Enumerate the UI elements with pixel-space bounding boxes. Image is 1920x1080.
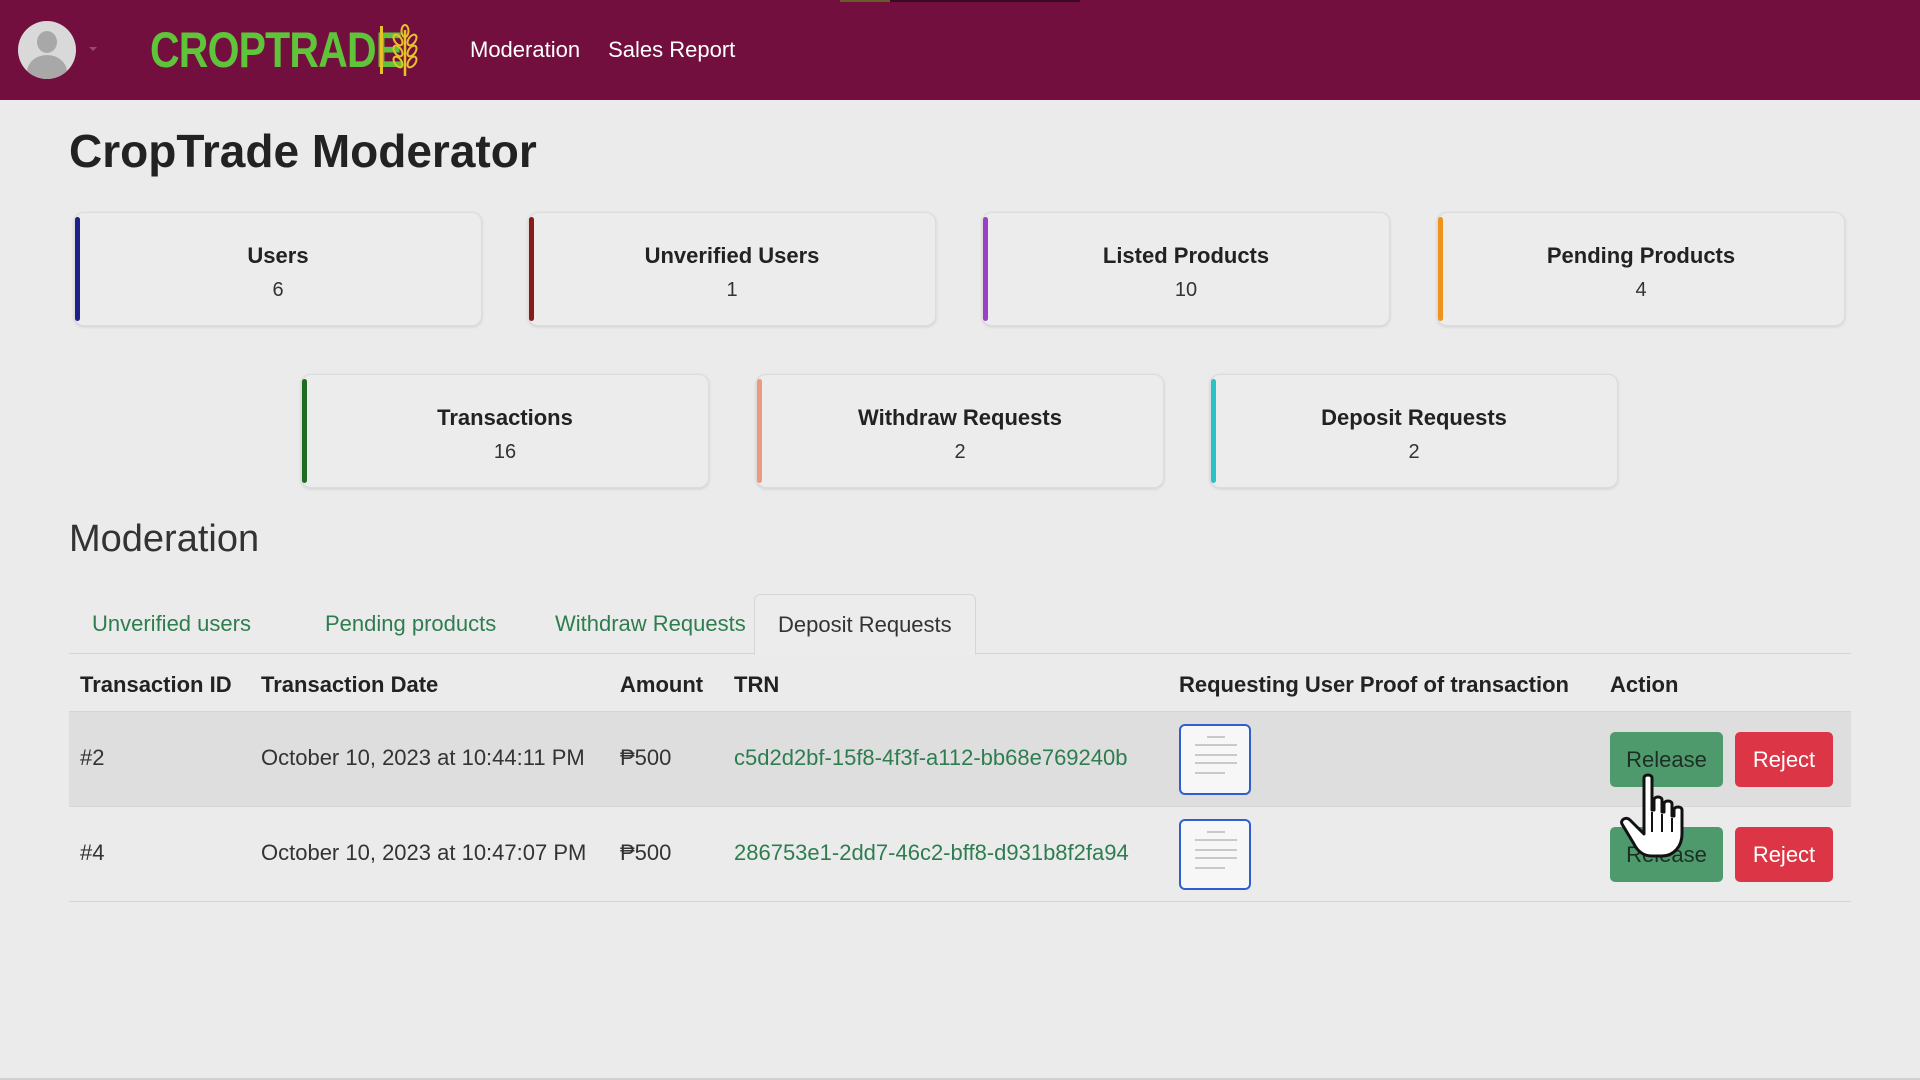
stat-label: Pending Products (1546, 243, 1736, 268)
caret-down-icon[interactable] (89, 47, 97, 51)
nav-link-sales-report[interactable]: Sales Report (608, 37, 735, 63)
top-navbar: CROPTRADE Moderation Sales Report (0, 0, 1920, 100)
table-row: #2 October 10, 2023 at 10:44:11 PM ₱500 … (69, 712, 1851, 807)
cell-transaction-date: October 10, 2023 at 10:47:07 PM (261, 840, 587, 865)
reject-button[interactable]: Reject (1735, 732, 1833, 787)
brand-divider (380, 26, 383, 74)
stat-card-deposit-requests: Deposit Requests 2 (1210, 374, 1618, 488)
cell-amount: ₱500 (620, 840, 672, 865)
stat-label: Transactions (437, 405, 573, 430)
header-trn: TRN (734, 672, 780, 697)
table-row: #4 October 10, 2023 at 10:47:07 PM ₱500 … (69, 807, 1851, 902)
stat-value: 16 (493, 441, 517, 463)
tab-withdraw-requests[interactable]: Withdraw Requests (532, 594, 769, 654)
cell-transaction-id: #2 (80, 745, 105, 770)
cell-transaction-date: October 10, 2023 at 10:44:11 PM (261, 745, 585, 770)
hand-pointer-icon (1620, 773, 1684, 858)
stat-value: 10 (1174, 279, 1198, 301)
header-proof-of-transaction: Requesting User Proof of transaction (1179, 672, 1569, 697)
reject-button[interactable]: Reject (1735, 827, 1833, 882)
stat-label: Listed Products (1102, 243, 1270, 268)
cell-trn: c5d2d2bf-15f8-4f3f-a112-bb68e769240b (734, 745, 1128, 770)
section-title-moderation: Moderation (69, 518, 260, 560)
nav-links: Moderation Sales Report (470, 0, 735, 100)
stat-value: 6 (272, 279, 284, 301)
stat-value: 4 (1635, 279, 1647, 301)
stat-value: 2 (1408, 441, 1420, 463)
cell-trn: 286753e1-2dd7-46c2-bff8-d931b8f2fa94 (734, 840, 1129, 865)
stat-card-pending-products: Pending Products 4 (1437, 212, 1845, 326)
header-transaction-date: Transaction Date (261, 672, 439, 697)
stat-label: Withdraw Requests (858, 405, 1062, 430)
stat-label: Users (247, 243, 309, 268)
stat-card-users: Users 6 (74, 212, 482, 326)
header-action: Action (1610, 672, 1679, 697)
moderation-tabs: Unverified users Pending products Withdr… (69, 594, 1851, 655)
table-header: Transaction ID Transaction Date Amount T… (69, 655, 1851, 712)
tab-deposit-requests[interactable]: Deposit Requests (754, 594, 976, 655)
header-amount: Amount (620, 672, 704, 697)
deposit-requests-table: Transaction ID Transaction Date Amount T… (69, 655, 1851, 902)
brand-logo[interactable]: CROPTRADE (150, 22, 418, 78)
top-accent-line (840, 0, 1080, 2)
stat-value: 1 (726, 279, 738, 301)
tab-pending-products[interactable]: Pending products (302, 594, 519, 654)
proof-thumbnail[interactable] (1179, 819, 1251, 890)
wheat-icon (392, 24, 418, 76)
stat-card-unverified-users: Unverified Users 1 (528, 212, 936, 326)
stat-label: Deposit Requests (1321, 405, 1507, 430)
cell-transaction-id: #4 (80, 840, 105, 865)
stat-value: 2 (954, 441, 966, 463)
page-title: CropTrade Moderator (69, 125, 537, 177)
stat-label: Unverified Users (644, 243, 820, 268)
cell-amount: ₱500 (620, 745, 672, 770)
nav-link-moderation[interactable]: Moderation (470, 37, 580, 63)
tab-unverified-users[interactable]: Unverified users (69, 594, 274, 654)
user-avatar-icon[interactable] (18, 21, 76, 79)
stat-card-listed-products: Listed Products 10 (982, 212, 1390, 326)
stat-card-transactions: Transactions 16 (301, 374, 709, 488)
brand-name: CROPTRADE (150, 22, 403, 78)
stat-card-withdraw-requests: Withdraw Requests 2 (756, 374, 1164, 488)
proof-thumbnail[interactable] (1179, 724, 1251, 795)
header-transaction-id: Transaction ID (80, 672, 232, 697)
